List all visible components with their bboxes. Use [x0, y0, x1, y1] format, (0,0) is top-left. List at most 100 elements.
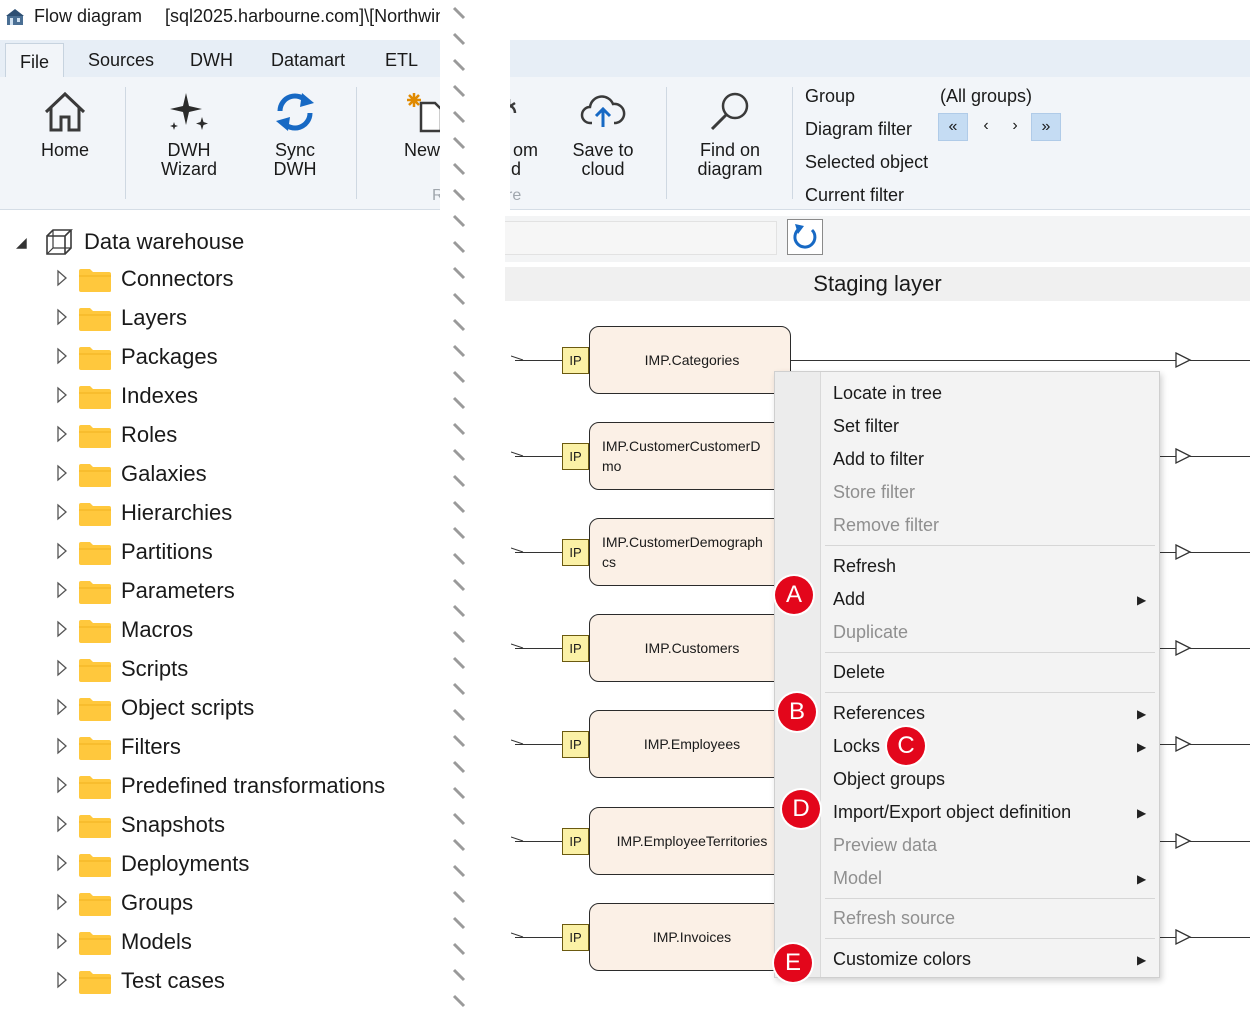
outgoing-connector — [1190, 456, 1250, 457]
dwh-wizard-button[interactable]: DWH Wizard — [150, 89, 228, 179]
tree-item[interactable]: Layers — [56, 304, 456, 334]
ip-tag: IP — [562, 924, 589, 951]
current-filter-label: Current filter — [805, 185, 905, 205]
connector-arrow-icon — [511, 739, 524, 745]
tree-item[interactable]: Macros — [56, 616, 456, 646]
folder-icon — [79, 971, 111, 994]
expand-arrow-icon[interactable] — [56, 815, 68, 833]
expand-arrow-icon[interactable] — [56, 932, 68, 950]
tree-item[interactable]: Predefined transformations — [56, 772, 456, 802]
ribbon-tab-bar-right — [505, 40, 1250, 78]
find-on-diagram-button[interactable]: Find on diagram — [690, 89, 770, 179]
tree-item[interactable]: Roles — [56, 421, 456, 451]
tab-datamart[interactable]: Datamart — [271, 50, 345, 71]
expand-arrow-icon[interactable] — [56, 308, 68, 326]
expand-arrow-icon[interactable] — [56, 581, 68, 599]
tree-item[interactable]: Snapshots — [56, 811, 456, 841]
ribbon-separator — [666, 87, 667, 199]
menu-item-references[interactable]: References — [833, 703, 925, 724]
folder-icon — [79, 503, 111, 526]
tree-item[interactable]: Groups — [56, 889, 456, 919]
tree-item[interactable]: Scripts — [56, 655, 456, 685]
expand-arrow-icon[interactable] — [56, 854, 68, 872]
tab-etl[interactable]: ETL — [385, 50, 418, 71]
diagram-node[interactable]: IMP.Categories — [589, 326, 791, 394]
expand-arrow-icon[interactable] — [56, 698, 68, 716]
menu-item-locks[interactable]: Locks — [833, 736, 880, 757]
expand-arrow-icon[interactable] — [56, 776, 68, 794]
expand-arrow-icon[interactable] — [56, 893, 68, 911]
diagram-search-input[interactable] — [505, 221, 777, 255]
collapse-arrow-icon[interactable]: ◢ — [16, 234, 27, 251]
expand-arrow-icon[interactable] — [56, 971, 68, 989]
expand-arrow-icon[interactable] — [56, 386, 68, 404]
folder-icon — [79, 815, 111, 838]
folder-icon — [79, 542, 111, 565]
sync-icon — [276, 93, 314, 131]
menu-item-add-to-filter[interactable]: Add to filter — [833, 449, 924, 470]
diagram-node[interactable]: IMP.CustomerDemograph cs — [589, 518, 791, 586]
filter-previous-button[interactable]: ‹ — [971, 113, 1001, 141]
folder-icon — [79, 308, 111, 331]
sync-dwh-button[interactable]: Sync DWH — [258, 89, 332, 179]
expand-arrow-icon[interactable] — [56, 620, 68, 638]
diagram-node-label: IMP.CustomerCustomerD mo — [602, 438, 761, 474]
from-cloud-button[interactable]: om d — [505, 89, 545, 179]
layer-header: Staging layer — [505, 267, 1250, 301]
menu-item-delete[interactable]: Delete — [833, 662, 885, 683]
save-to-cloud-button[interactable]: Save to cloud — [567, 89, 639, 179]
diagram-node[interactable]: IMP.Invoices — [589, 903, 791, 971]
diagram-node[interactable]: IMP.Customers — [589, 614, 791, 682]
expand-arrow-icon[interactable] — [56, 269, 68, 287]
expand-arrow-icon[interactable] — [56, 425, 68, 443]
ip-tag: IP — [562, 443, 589, 470]
ip-tag: IP — [562, 828, 589, 855]
tab-sources[interactable]: Sources — [88, 50, 154, 71]
context-menu: Locate in tree Set filter Add to filter Sto… — [774, 371, 1160, 978]
menu-item-set-filter[interactable]: Set filter — [833, 416, 899, 437]
diagram-refresh-button[interactable] — [787, 219, 823, 255]
expand-arrow-icon[interactable] — [56, 464, 68, 482]
tree-item[interactable]: Hierarchies — [56, 499, 456, 529]
menu-item-customize-colors[interactable]: Customize colors — [833, 949, 971, 970]
tree-item[interactable]: Indexes — [56, 382, 456, 412]
menu-item-refresh[interactable]: Refresh — [833, 556, 896, 577]
tree-item[interactable]: Parameters — [56, 577, 456, 607]
tree-item-label: Deployments — [121, 851, 250, 876]
expand-arrow-icon[interactable] — [56, 659, 68, 677]
ribbon-separator — [356, 87, 357, 199]
tree-item-label: Roles — [121, 422, 178, 447]
menu-item-object-groups[interactable]: Object groups — [833, 769, 945, 790]
group-selector[interactable]: (All groups) — [940, 86, 1032, 107]
expand-arrow-icon[interactable] — [56, 347, 68, 365]
expand-arrow-icon[interactable] — [56, 542, 68, 560]
expand-arrow-icon[interactable] — [56, 503, 68, 521]
filter-last-button[interactable]: » — [1031, 113, 1061, 141]
filter-first-button[interactable]: « — [938, 113, 968, 141]
tree-item[interactable]: Filters — [56, 733, 456, 763]
tree-item[interactable]: Packages — [56, 343, 456, 373]
diagram-node[interactable]: IMP.EmployeeTerritories — [589, 807, 791, 875]
tree-item[interactable]: Galaxies — [56, 460, 456, 490]
tree-item[interactable]: Partitions — [56, 538, 456, 568]
tree-item[interactable]: Connectors — [56, 265, 456, 295]
ip-tag: IP — [562, 539, 589, 566]
filter-next-button[interactable]: › — [1000, 113, 1030, 141]
tree-item[interactable]: Test cases — [56, 967, 456, 997]
callout-badge-d: D — [782, 790, 820, 828]
diagram-node[interactable]: IMP.CustomerCustomerD mo — [589, 422, 791, 490]
home-button[interactable]: Home — [30, 89, 100, 160]
menu-item-locate-in-tree[interactable]: Locate in tree — [833, 383, 942, 404]
tree-item[interactable]: Object scripts — [56, 694, 456, 724]
tree-item[interactable]: Deployments — [56, 850, 456, 880]
expand-arrow-icon[interactable] — [56, 737, 68, 755]
menu-item-import-export-object-definition[interactable]: Import/Export object definition — [833, 802, 1071, 823]
tree-item-label: Models — [121, 929, 192, 954]
tab-file[interactable]: File — [5, 43, 65, 79]
menu-item-add[interactable]: Add — [833, 589, 865, 610]
connector-arrow-icon — [511, 836, 524, 842]
tab-dwh[interactable]: DWH — [190, 50, 233, 71]
tree-item[interactable]: Models — [56, 928, 456, 958]
diagram-node[interactable]: IMP.Employees — [589, 710, 791, 778]
outgoing-connector — [791, 360, 1176, 361]
